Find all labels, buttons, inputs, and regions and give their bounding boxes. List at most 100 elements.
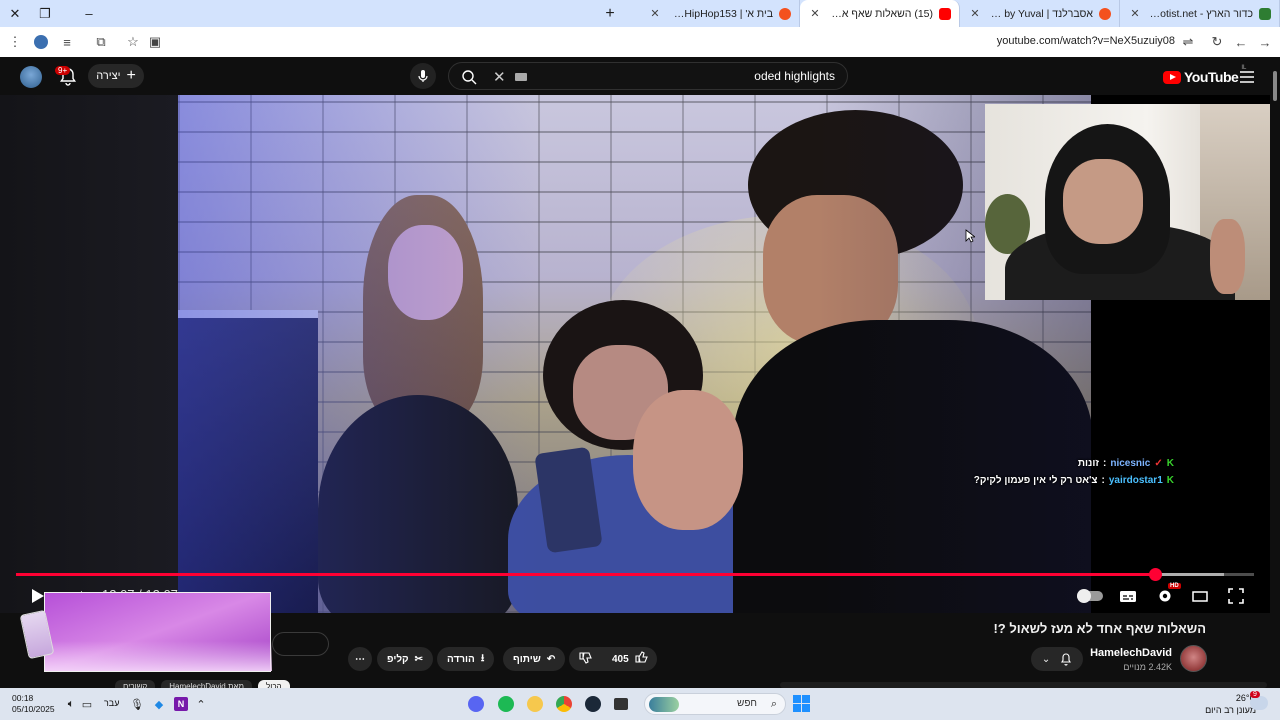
cloud-icon [1250, 696, 1268, 710]
create-button[interactable]: יצירה + [88, 64, 144, 88]
close-tab-icon[interactable]: ✕ [808, 7, 822, 20]
browser-tab-strip: ✕ ❐ – + ✕ כדור הארץ - play.shotist.net ✕… [0, 0, 1280, 27]
subscribed-button[interactable]: ⌄ [1031, 647, 1083, 671]
account-avatar[interactable] [20, 66, 42, 88]
notifications-badge: 9+ [55, 66, 71, 75]
stream-chat-overlay: זונות : nicesnic ✓ K ?צ'אט רק לי אין פעמ… [974, 455, 1174, 489]
fullscreen-icon[interactable] [1226, 585, 1246, 607]
theater-mode-icon[interactable] [1190, 585, 1210, 607]
cam-hand [1210, 219, 1245, 294]
minimize-window-icon[interactable]: – [74, 0, 104, 27]
ad-banner[interactable] [44, 592, 272, 672]
taskbar-search-input[interactable]: חפש ⌕ [644, 693, 786, 715]
hamburger-menu-icon[interactable] [1240, 70, 1254, 88]
clear-search-icon[interactable]: ✕ [493, 68, 506, 86]
dislike-icon[interactable] [579, 651, 592, 667]
file-explorer-icon[interactable] [612, 695, 630, 713]
like-dislike-group[interactable]: 405 [569, 647, 657, 671]
address-bar[interactable]: youtube.com/watch?v=NeX5uzuiy08 [997, 35, 1175, 47]
video-frame[interactable] [178, 95, 1091, 613]
download-label: הורדה [447, 653, 475, 665]
language-indicator[interactable]: עבר [104, 698, 119, 708]
reload-icon[interactable]: ↻ [1206, 31, 1228, 53]
progress-bar[interactable] [16, 568, 1254, 581]
browser-tab[interactable]: ✕ בית א' | Suno mbleHipHop153 [640, 0, 800, 27]
tray-overflow-chevron-icon[interactable]: ⌃ [192, 695, 210, 713]
channel-avatar[interactable] [1180, 645, 1207, 672]
autoplay-toggle[interactable] [1076, 585, 1104, 607]
close-tab-icon[interactable]: ✕ [648, 7, 662, 20]
more-actions-icon[interactable]: ⋯ [348, 647, 372, 671]
share-button[interactable]: שיתוף ↶ [503, 647, 566, 671]
blue-light-overlay [178, 95, 1091, 613]
tab-favicon-icon [779, 7, 791, 20]
clip-label: קליפ [387, 653, 409, 665]
app-icon[interactable] [526, 695, 544, 713]
create-label: יצירה [96, 70, 121, 82]
played-bar [16, 573, 1155, 576]
steam-icon[interactable] [584, 695, 602, 713]
reading-list-icon[interactable]: ≡ [56, 31, 78, 53]
like-count: 405 [612, 653, 629, 665]
webcam-overlay [985, 104, 1270, 300]
video-title: השאלות שאף אחד לא מעז לשאול ?! [993, 621, 1206, 636]
like-icon[interactable] [635, 651, 648, 667]
weather-widget[interactable]: 26°C מעונן רב היום [1205, 692, 1256, 716]
tab-title: (15) השאלות שאף אחד לא מעז [828, 7, 933, 20]
browser-tab-active[interactable]: ✕ (15) השאלות שאף אחד לא מעז [800, 0, 960, 27]
browser-menu-icon[interactable]: ⋮ [4, 31, 26, 53]
microphone-icon[interactable]: 🎙︎ [128, 695, 146, 713]
video-player[interactable]: זונות : nicesnic ✓ K ?צ'אט רק לי אין פעמ… [0, 95, 1270, 613]
tab-title: אסברלנד | Suno by Yuval [988, 7, 1093, 20]
onenote-icon[interactable]: N [172, 695, 190, 713]
search-input[interactable]: ✕ oded highlights [448, 62, 848, 90]
page-scrollbar[interactable] [1270, 57, 1280, 688]
keyboard-icon[interactable] [515, 73, 527, 81]
chat-username: yairdostar1 [1108, 475, 1163, 486]
discord-icon[interactable] [467, 695, 485, 713]
start-windows-icon[interactable] [793, 695, 810, 712]
mouse-cursor-icon [965, 229, 977, 248]
browser-tab[interactable]: ✕ כדור הארץ - play.shotist.net [1120, 0, 1280, 27]
action-pill[interactable] [272, 632, 329, 656]
scrubber-handle[interactable] [1148, 568, 1162, 581]
bookmark-star-icon[interactable]: ☆ [122, 31, 144, 53]
chrome-icon[interactable] [555, 695, 573, 713]
temperature: 26°C [1235, 693, 1256, 703]
voice-search-icon[interactable] [410, 63, 436, 89]
chat-text: ?צ'אט רק לי אין פעמון לקיק [973, 475, 1098, 486]
restore-window-icon[interactable]: ❐ [30, 0, 60, 27]
scrollbar-thumb[interactable] [1273, 71, 1277, 101]
back-icon[interactable]: ← [1230, 31, 1252, 53]
channel-name[interactable]: HamelechDavid [1090, 647, 1172, 659]
browser-tab[interactable]: ✕ אסברלנד | Suno by Yuval [960, 0, 1120, 27]
taskbar-clock[interactable]: 00:18 05/10/2025 [12, 693, 55, 715]
tray-app-icon[interactable]: ◆ [150, 695, 168, 713]
share-arrow-icon: ↶ [546, 653, 556, 665]
close-window-icon[interactable]: ✕ [0, 0, 30, 27]
hd-badge: HD [1168, 583, 1181, 589]
kick-badge-icon: K [1166, 475, 1174, 486]
clip-button[interactable]: קליפ ✂ [377, 647, 433, 671]
spotify-icon[interactable] [497, 695, 515, 713]
chat-username: nicesnic [1110, 458, 1151, 469]
youtube-logo[interactable]: YouTube IL [1163, 65, 1246, 85]
screen: ✕ ❐ – + ✕ כדור הארץ - play.shotist.net ✕… [0, 0, 1280, 720]
site-settings-icon[interactable]: ⇌ [1177, 31, 1199, 53]
forward-icon[interactable]: → [1254, 31, 1276, 53]
player-letterbox [0, 95, 178, 613]
close-tab-icon[interactable]: ✕ [1128, 7, 1142, 20]
profile-icon[interactable] [30, 31, 52, 53]
download-button[interactable]: הורדה ⭳ [437, 647, 495, 671]
weather-text: מעונן רב היום [1205, 705, 1256, 715]
close-tab-icon[interactable]: ✕ [968, 7, 982, 20]
extensions-icon[interactable]: ⧉ [90, 31, 112, 53]
search-icon[interactable] [461, 69, 477, 90]
subscriber-count: 2.42K מנויים [1123, 662, 1172, 672]
plus-icon: + [126, 67, 136, 84]
install-app-icon[interactable]: ▣ [144, 31, 166, 53]
network-icon[interactable]: ▭ [78, 695, 96, 713]
windows-taskbar: 00:18 05/10/2025 🔈︎ ▭ עבר 🎙︎ ◆ N ⌃ חפש ⌕… [0, 688, 1280, 720]
subtitles-icon[interactable] [1118, 585, 1138, 607]
search-icon: ⌕ [770, 698, 777, 710]
